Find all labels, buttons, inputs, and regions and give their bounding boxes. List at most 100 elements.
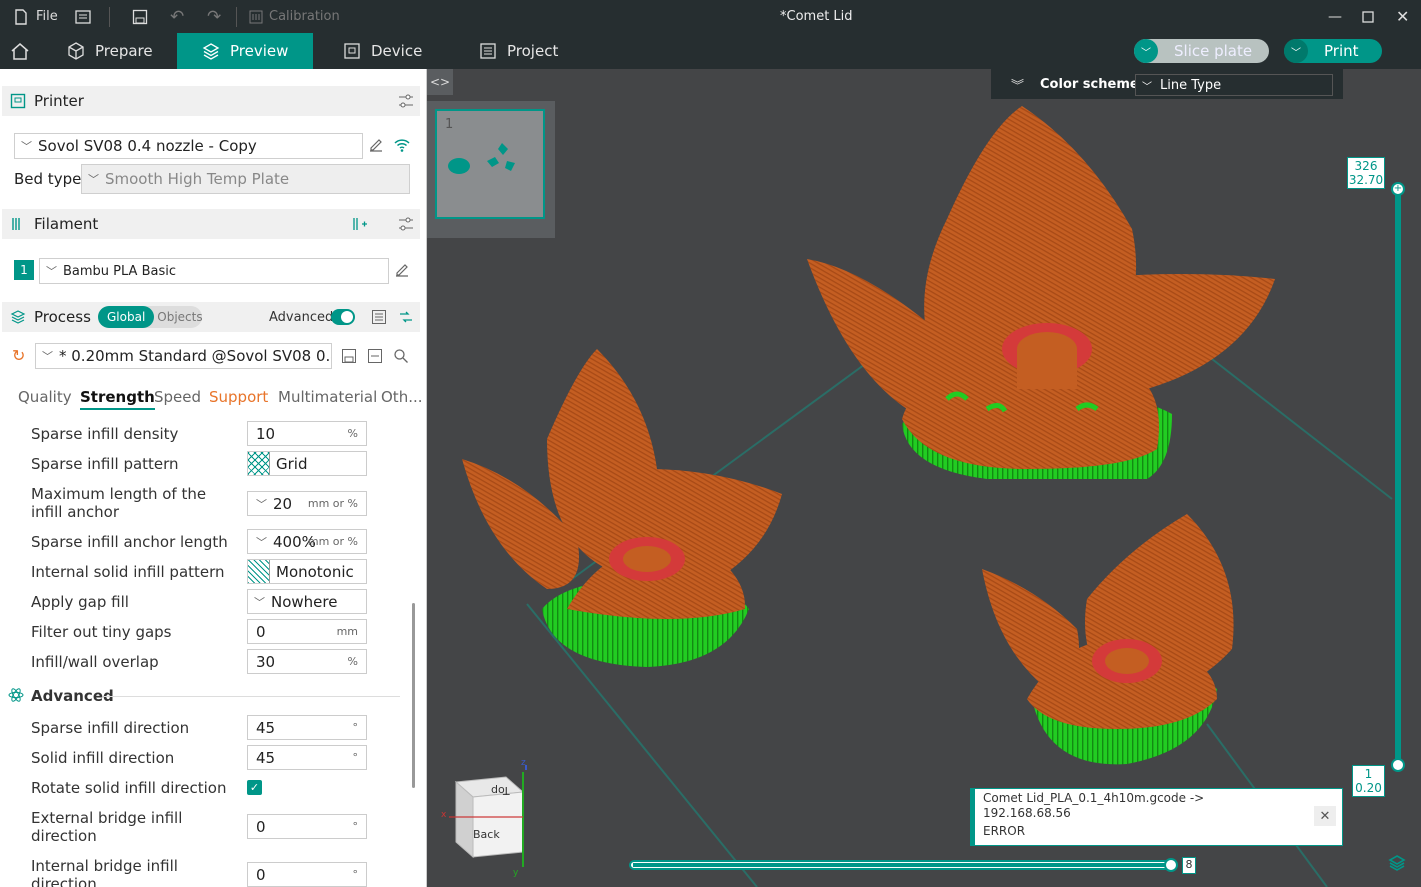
chevron-down-icon[interactable]: ﹀ [1134,39,1158,63]
bed-type-select[interactable]: ﹀ Smooth High Temp Plate [81,164,410,194]
collapse-chevron-icon[interactable]: ︾ [1011,75,1024,94]
collapse-icon[interactable] [367,348,383,364]
atom-icon [8,688,24,702]
solid-infill-direction-input[interactable]: 45 ° [247,745,367,770]
close-icon[interactable]: ✕ [1314,806,1336,826]
layer-slider-bottom-handle[interactable] [1391,758,1405,772]
sparse-infill-direction-input[interactable]: 45 ° [247,715,367,740]
param-label: Sparse infill pattern [31,455,179,473]
sparse-infill-density-input[interactable]: 10% [247,421,367,446]
param-value: 0 [256,817,266,836]
undo-icon[interactable]: ↶ [170,0,184,33]
wifi-icon[interactable] [393,136,411,154]
external-bridge-direction-input[interactable]: 0 ° [247,814,367,839]
tab-others[interactable]: Oth... [381,388,423,406]
save-icon[interactable] [341,348,357,364]
toggle-objects[interactable]: Objects [154,310,202,324]
sparse-infill-pattern-select[interactable]: Grid [247,451,367,476]
reset-icon[interactable]: ↻ [12,346,25,365]
tab-strength[interactable]: Strength [80,388,155,410]
param-value: Monotonic [276,562,354,581]
file-menu[interactable]: File [14,0,58,33]
view-cube[interactable]: Top Back z x y [441,758,551,882]
3d-preview-viewport[interactable]: <> 1 ︾ Color scheme ﹀ Line Type 326 32.7… [427,69,1421,887]
tab-quality[interactable]: Quality [18,388,72,406]
main-tab-bar: Prepare Preview Device Project ﹀ Slice p… [0,33,1421,69]
chevron-down-icon[interactable]: ﹀ [1284,39,1308,63]
layer-slider-track[interactable] [1395,189,1401,767]
param-value: 0 [256,622,266,641]
settings-sliders-icon[interactable] [398,93,414,109]
rotate-solid-infill-checkbox[interactable]: ✓ [247,780,262,795]
print-object-right [982,514,1234,765]
tab-preview[interactable]: Preview [177,33,313,69]
layers-icon[interactable] [1387,853,1407,873]
plate-thumbnail-panel: 1 [427,101,555,238]
chevron-down-icon: ﹀ [21,140,32,153]
add-filament-icon[interactable] [352,216,368,232]
close-icon[interactable]: ✕ [1396,0,1409,33]
color-scheme-select[interactable]: ﹀ Line Type [1135,74,1333,96]
settings-sliders-icon[interactable] [398,216,414,232]
apply-gap-fill-select[interactable]: ﹀ Nowhere [247,589,367,614]
edit-icon[interactable] [394,262,410,278]
print-preview-render [462,106,1393,887]
printer-select[interactable]: ﹀ Sovol SV08 0.4 nozzle - Copy [14,133,363,159]
toggle-global[interactable]: Global [98,306,155,328]
advanced-switch[interactable] [331,309,355,325]
global-objects-toggle[interactable]: Global Objects [98,306,203,328]
redo-icon[interactable]: ↷ [207,0,221,33]
print-button[interactable]: ﹀ Print [1284,39,1382,63]
tab-prepare[interactable]: Prepare [67,33,153,69]
internal-solid-infill-pattern-select[interactable]: Monotonic [247,559,367,584]
menu-list-icon[interactable] [75,0,91,33]
param-value: Nowhere [271,592,338,611]
tab-device[interactable]: Device [343,33,422,69]
param-value: 20 [273,494,293,513]
plate-thumbnail[interactable]: 1 [435,109,545,219]
save-icon[interactable] [132,0,148,33]
tab-multimaterial[interactable]: Multimaterial [278,388,377,406]
tab-project[interactable]: Project [479,33,558,69]
tab-support[interactable]: Support [209,388,268,406]
param-label: Internal solid infill pattern [31,563,225,581]
param-unit: mm or % [307,497,358,510]
file-menu-label: File [36,9,58,24]
tab-speed[interactable]: Speed [154,388,201,406]
color-scheme-value: Line Type [1160,77,1222,93]
process-preset-select[interactable]: ﹀ * 0.20mm Standard @Sovol SV08 0.4 ... [35,343,332,369]
filter-tiny-gaps-input[interactable]: 0 mm [247,619,367,644]
filament-select-value: Bambu PLA Basic [63,263,176,279]
home-icon[interactable] [10,33,32,69]
grid-pattern-icon [248,452,270,475]
printer-section-title: Printer [34,92,84,110]
chevron-down-icon: ﹀ [256,497,267,511]
move-slider-handle[interactable] [1164,858,1178,872]
collapse-sidebar-icon[interactable]: <> [427,69,453,95]
notification-text: Comet Lid_PLA_0.1_4h10m.gcode -> 192.168… [983,791,1204,839]
infill-anchor-length-input[interactable]: ﹀ 400% mm or % [247,529,367,554]
view-cube-top-label: Top [491,784,510,797]
slice-plate-button[interactable]: ﹀ Slice plate [1134,39,1269,63]
layer-bottom-label: 1 0.20 [1352,765,1385,797]
edit-icon[interactable] [368,137,384,153]
device-icon [344,43,360,59]
maximize-icon[interactable] [1362,0,1374,33]
infill-anchor-max-input[interactable]: ﹀ 20 mm or % [247,491,367,516]
process-section-header: Process Global Objects Advanced [2,302,420,332]
search-icon[interactable] [393,348,409,364]
compare-icon[interactable] [398,309,414,325]
minimize-icon[interactable]: — [1328,0,1342,33]
monotonic-pattern-icon [248,560,270,583]
param-label: Maximum length of the infill anchor [31,485,207,521]
filament-slot-badge[interactable]: 1 [14,260,34,280]
list-icon[interactable] [371,309,387,325]
notification-line1: Comet Lid_PLA_0.1_4h10m.gcode -> [983,791,1205,805]
calibration-menu[interactable]: Calibration [249,0,340,33]
filament-select[interactable]: ﹀ Bambu PLA Basic [39,258,389,284]
param-label: Sparse infill density [31,425,179,443]
layer-slider-top-handle[interactable]: + [1391,182,1405,196]
sidebar-scrollbar[interactable] [412,603,415,788]
infill-wall-overlap-input[interactable]: 30% [247,649,367,674]
internal-bridge-direction-input[interactable]: 0 ° [247,862,367,887]
